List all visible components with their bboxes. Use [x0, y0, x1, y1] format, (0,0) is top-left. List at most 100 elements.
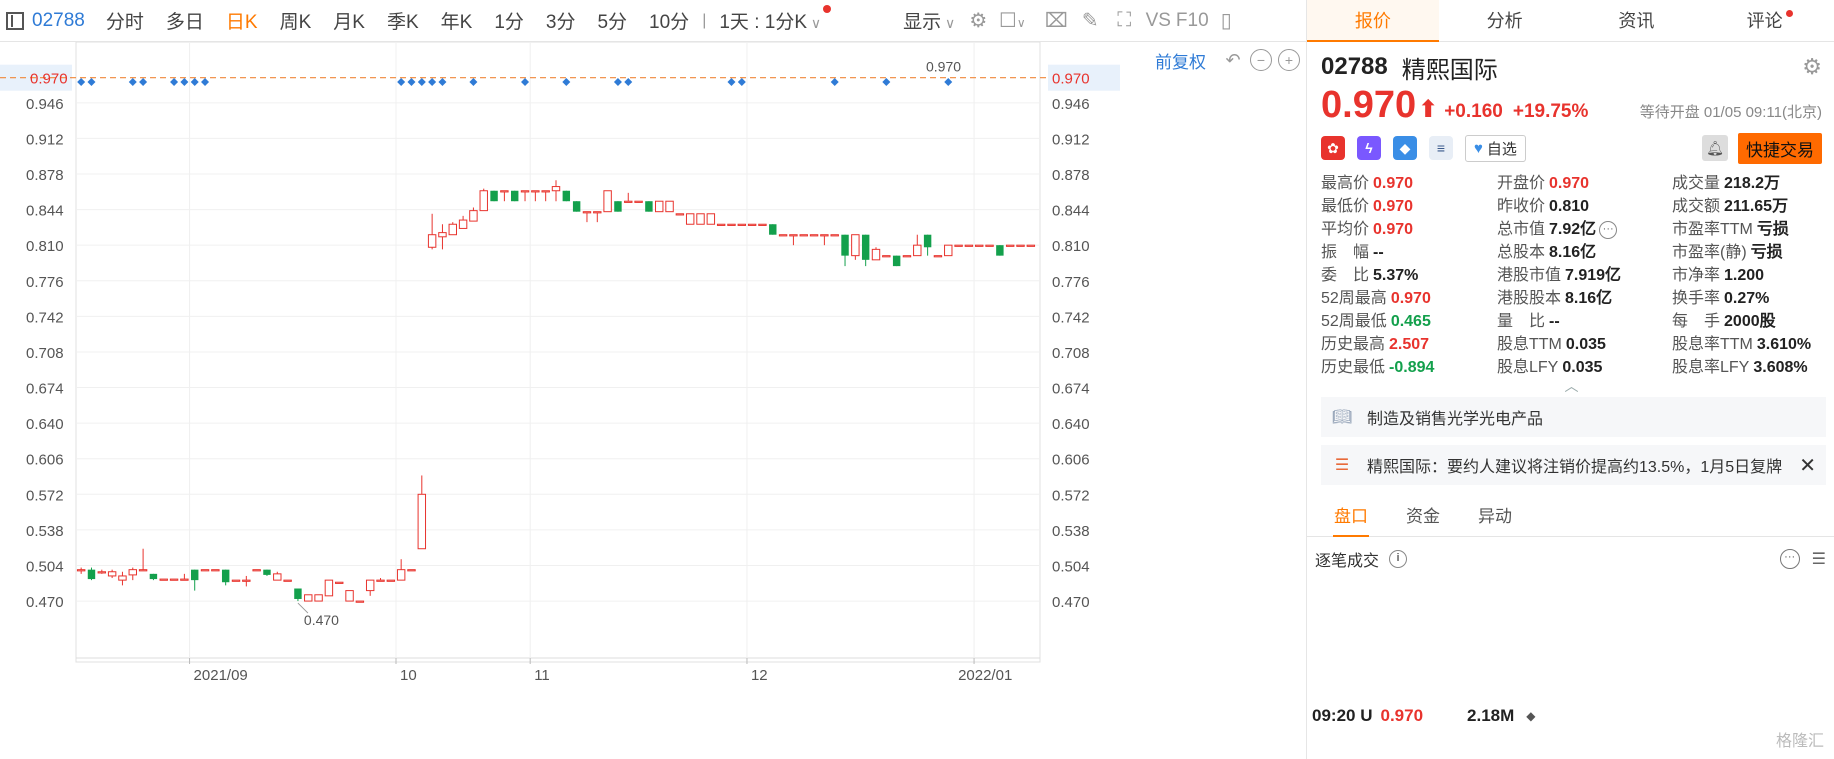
book-icon: 📖︎	[1331, 409, 1353, 426]
tab-3[interactable]: 评论	[1702, 0, 1834, 41]
candle-body-up	[304, 594, 313, 602]
tab-label: 报价	[1354, 11, 1391, 31]
candle-body-up	[169, 578, 179, 581]
y-tick-label-right: 0.912	[1052, 131, 1090, 148]
adjust-mode-button[interactable]: 前复权	[1155, 48, 1206, 73]
quick-trade-button[interactable]: 快捷交易	[1738, 132, 1822, 164]
candle-body-up	[809, 234, 819, 237]
badge-row: ✿ ϟ ◆ ≡ ♥ 自选 🔔︎ 快捷交易	[1321, 130, 1822, 166]
candle-body-up	[324, 579, 334, 597]
period-tab[interactable]: 1分	[483, 7, 535, 34]
indicator-select-icon[interactable]: ☐∨	[995, 8, 1029, 33]
right-tabs: 报价 分析 资讯 评论	[1307, 0, 1834, 42]
period-tab[interactable]: 月K	[322, 7, 376, 34]
tab-0[interactable]: 报价	[1307, 0, 1439, 42]
period-tab[interactable]: 周K	[269, 7, 323, 34]
stat-label: 历史最高	[1321, 336, 1386, 353]
display-menu[interactable]: 显示 ∨	[843, 7, 961, 34]
y-tick-label-right: 0.878	[1052, 167, 1090, 184]
candle-body-up	[417, 493, 427, 550]
subtab-1[interactable]: 资金	[1387, 497, 1459, 536]
list-menu-icon[interactable]: ☰	[1812, 549, 1826, 569]
info-icon[interactable]: i	[1389, 550, 1408, 568]
y-tick-label-left: 0.674	[26, 381, 64, 398]
subtab-0[interactable]: 盘口	[1315, 497, 1387, 537]
stat-cell: 52周最低 0.465	[1321, 310, 1497, 333]
x-tick-label: 11	[534, 667, 550, 684]
x-tick-label: 2021/09	[194, 667, 248, 684]
news-row[interactable]: ☰ 精熙国际：要约人建议将注销价提高约13.5%，1月5日复牌 ✕	[1321, 445, 1826, 485]
gear-icon[interactable]: ⚙	[1802, 54, 1822, 80]
collapse-chevron-icon[interactable]: ︿	[1321, 379, 1822, 397]
more-options-icon[interactable]: ···	[1779, 549, 1800, 569]
period-tab[interactable]: 日K	[215, 7, 269, 34]
compare-vs-button[interactable]: VS	[1141, 10, 1175, 32]
hk-flag-icon[interactable]: ✿	[1321, 136, 1345, 160]
dividend-marker	[882, 78, 891, 86]
stat-value: 亏损	[1756, 221, 1789, 238]
y-tick-label-right: 0.504	[1052, 558, 1090, 575]
candle-body-down	[841, 234, 849, 256]
period-tab[interactable]: 年K	[430, 7, 484, 34]
panel-toggle-icon[interactable]: ▯	[1209, 8, 1243, 33]
period-tab[interactable]: 5分	[586, 7, 638, 34]
candle-body-down	[861, 234, 870, 260]
more-icon[interactable]: ···	[1599, 220, 1618, 239]
tick-time: 09:20 U	[1312, 706, 1373, 725]
candle-body-up	[933, 255, 943, 258]
tick-volume: 2.18M	[1467, 706, 1515, 725]
period-tab[interactable]: 3分	[535, 7, 587, 34]
undo-icon[interactable]: ↶	[1222, 49, 1244, 71]
pencil-icon[interactable]: ✎	[1073, 8, 1107, 33]
stock-name: 精熙国际	[1401, 56, 1498, 84]
close-icon[interactable]: ✕	[1799, 453, 1816, 478]
f10-button[interactable]: F10	[1175, 10, 1209, 32]
candle-body-up	[180, 578, 189, 581]
stat-value: 8.16亿	[1549, 244, 1597, 261]
tab-1[interactable]: 分析	[1439, 0, 1571, 41]
fullscreen-icon[interactable]: ⛶	[1107, 9, 1141, 32]
period-tab[interactable]: 多日	[155, 7, 215, 34]
market-status: 等待开盘 01/05 09:11(北京)	[1639, 104, 1822, 121]
interval-select[interactable]: 1天 : 1分K ∨	[708, 5, 843, 34]
business-row[interactable]: 📖︎ 制造及销售光学光电产品	[1321, 397, 1826, 437]
stock-code-link[interactable]: 02788	[24, 10, 95, 32]
stat-cell: 开盘价 0.970	[1497, 172, 1672, 195]
stat-value: 218.2万	[1724, 175, 1781, 192]
subtab-2[interactable]: 异动	[1459, 497, 1531, 536]
chevron-down-icon: ∨	[807, 15, 822, 31]
candle-body-up	[355, 600, 365, 603]
stat-label: 量 比	[1497, 313, 1546, 330]
candle-body-up	[737, 223, 747, 226]
y-tick-label-right: 0.640	[1052, 416, 1090, 433]
candle-body-up	[118, 575, 127, 581]
bell-icon[interactable]: 🔔︎	[1702, 135, 1728, 161]
period-tab[interactable]: 季K	[376, 7, 430, 34]
dividend-marker	[201, 78, 210, 86]
camera-icon[interactable]: ⌧	[1039, 8, 1073, 33]
dividend-marker	[737, 78, 746, 86]
tag-icon[interactable]: ◆	[1393, 136, 1417, 160]
candle-body-up	[427, 234, 437, 248]
candle-body-up	[665, 200, 674, 213]
tab-2[interactable]: 资讯	[1571, 0, 1703, 41]
sidebar-toggle-icon[interactable]	[6, 11, 24, 30]
candle-body-up	[1026, 244, 1036, 247]
price-change-pct: +19.75%	[1512, 101, 1589, 122]
period-tab[interactable]: 分时	[95, 7, 155, 34]
period-tab[interactable]: 10分	[638, 7, 700, 34]
kline-chart[interactable]: 0.946 0.946 0.912 0.912 0.878 0.878 0.844 0.844…	[0, 42, 1306, 759]
settings-gear-icon[interactable]: ⚙	[961, 8, 995, 33]
add-favorite-button[interactable]: ♥ 自选	[1465, 134, 1526, 162]
note-icon[interactable]: ≡	[1429, 136, 1453, 160]
dividend-marker	[170, 78, 179, 86]
candle-body-up	[231, 579, 241, 582]
zoom-out-icon[interactable]: −	[1250, 49, 1272, 71]
stat-cell: 最低价 0.970	[1321, 195, 1497, 218]
lightning-icon[interactable]: ϟ	[1357, 136, 1381, 160]
zoom-in-icon[interactable]: +	[1278, 49, 1300, 71]
stat-cell: 港股市值 7.919亿	[1497, 264, 1672, 287]
candle-body-up	[479, 190, 488, 212]
y-tick-label-right: 0.844	[1052, 203, 1090, 220]
candle-body-up	[593, 211, 602, 214]
